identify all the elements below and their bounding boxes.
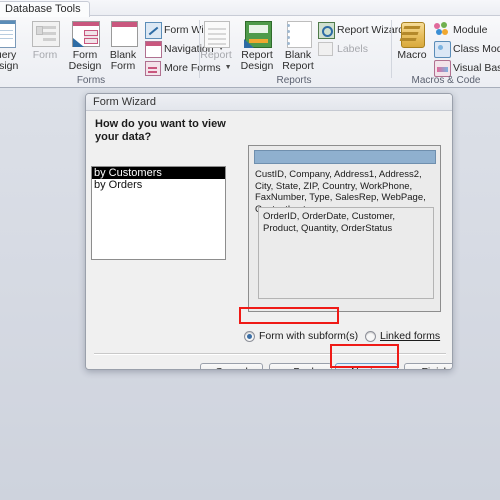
ribbon-button-label: Module xyxy=(453,23,488,36)
ribbon-button-label: Report xyxy=(282,60,314,72)
ribbon-group-title: Reports xyxy=(276,75,312,86)
blank-form-icon xyxy=(107,19,139,49)
form-preview-panel: CustID, Company, Address1, Address2, Cit… xyxy=(248,145,441,312)
ribbon-tab-strip: Database Tools xyxy=(0,0,500,17)
radio-form-with-subforms[interactable]: Form with subform(s) xyxy=(244,328,358,344)
ribbon-button-form: Form xyxy=(25,19,65,61)
finish-button[interactable]: Finish xyxy=(404,363,452,369)
listbox-item-by-orders[interactable]: by Orders xyxy=(92,179,225,191)
radio-unselected-icon[interactable] xyxy=(365,330,376,342)
ribbon-button-blank-form[interactable]: Blank Form xyxy=(103,19,143,72)
ribbon-group-forms: Query Design Form Form Design Blank Form xyxy=(0,17,232,87)
ribbon-group-reports: Report Report Design Blank Report Report… xyxy=(196,17,404,87)
ribbon-button-form-design[interactable]: Form Design xyxy=(65,19,105,72)
preview-subform-box: OrderID, OrderDate, Customer, Product, Q… xyxy=(258,207,434,299)
ribbon-button-labels: Labels xyxy=(318,39,368,58)
ribbon-button-label: Design xyxy=(68,60,102,72)
ribbon-button-macro[interactable]: Macro xyxy=(392,19,432,61)
ribbon-button-label: Design xyxy=(240,60,274,72)
report-wizard-icon xyxy=(318,22,335,39)
dialog-prompt: How do you want to view your data? xyxy=(95,118,226,143)
radio-linked-forms[interactable]: Linked forms xyxy=(365,328,440,344)
blank-report-icon xyxy=(282,19,314,49)
visual-basic-icon xyxy=(434,60,451,77)
ribbon: Database Tools Query Design Form Form De… xyxy=(0,0,500,88)
ribbon-button-blank-report[interactable]: Blank Report xyxy=(278,19,318,72)
ribbon-button-label: Form xyxy=(32,49,58,61)
tab-database-tools[interactable]: Database Tools xyxy=(0,1,90,17)
ribbon-body: Query Design Form Form Design Blank Form xyxy=(0,17,500,87)
module-icon xyxy=(434,22,449,37)
radio-label: Linked forms xyxy=(380,330,441,342)
navigation-icon xyxy=(145,41,162,58)
ribbon-button-label: Design xyxy=(0,60,19,72)
ribbon-button-module[interactable]: Module xyxy=(434,20,487,39)
form-wizard-dialog: Form Wizard How do you want to view your… xyxy=(85,93,453,370)
labels-icon xyxy=(318,41,333,56)
dialog-title-bar[interactable]: Form Wizard xyxy=(86,94,452,111)
macro-icon xyxy=(396,19,428,49)
ribbon-button-label: Visual Basic xyxy=(453,61,500,74)
ribbon-button-report-design[interactable]: Report Design xyxy=(237,19,277,72)
class-module-icon xyxy=(434,41,451,58)
radio-label: Form with subform(s) xyxy=(259,330,359,342)
ribbon-button-query-design[interactable]: Query Design xyxy=(0,19,22,72)
query-design-icon xyxy=(0,19,18,49)
dialog-separator xyxy=(94,353,446,355)
dialog-title: Form Wizard xyxy=(93,96,156,108)
view-by-listbox[interactable]: by Customers by Orders xyxy=(91,166,226,260)
form-design-icon xyxy=(69,19,101,49)
dialog-body: How do you want to view your data? by Cu… xyxy=(86,112,452,369)
ribbon-button-class-module[interactable]: Class Module xyxy=(434,39,500,58)
next-button[interactable]: Next > xyxy=(335,363,398,369)
ribbon-button-report: Report xyxy=(196,19,236,61)
radio-selected-icon[interactable] xyxy=(244,330,255,342)
ribbon-group-title: Forms xyxy=(76,75,106,86)
form-icon xyxy=(29,19,61,49)
preview-subform-fields: OrderID, OrderDate, Customer, Product, Q… xyxy=(263,211,395,234)
ribbon-button-label: Report xyxy=(200,49,232,61)
cancel-button[interactable]: Cancel xyxy=(200,363,263,369)
ribbon-group-title: Macros & Code xyxy=(411,75,481,86)
ribbon-button-label: Form xyxy=(110,60,136,72)
ribbon-group-macros-code: Macro Module Class Module xyxy=(392,17,500,87)
ribbon-button-label: Class Module xyxy=(453,42,500,55)
preview-header-bar xyxy=(254,150,436,164)
back-button[interactable]: < Back xyxy=(269,363,332,369)
form-wizard-icon xyxy=(145,22,162,39)
more-forms-icon xyxy=(145,60,161,76)
listbox-item-by-customers[interactable]: by Customers xyxy=(92,167,225,179)
report-icon xyxy=(200,19,232,49)
ribbon-button-label: Macro xyxy=(397,49,427,61)
ribbon-button-label: Labels xyxy=(337,42,368,55)
report-design-icon xyxy=(241,19,273,49)
